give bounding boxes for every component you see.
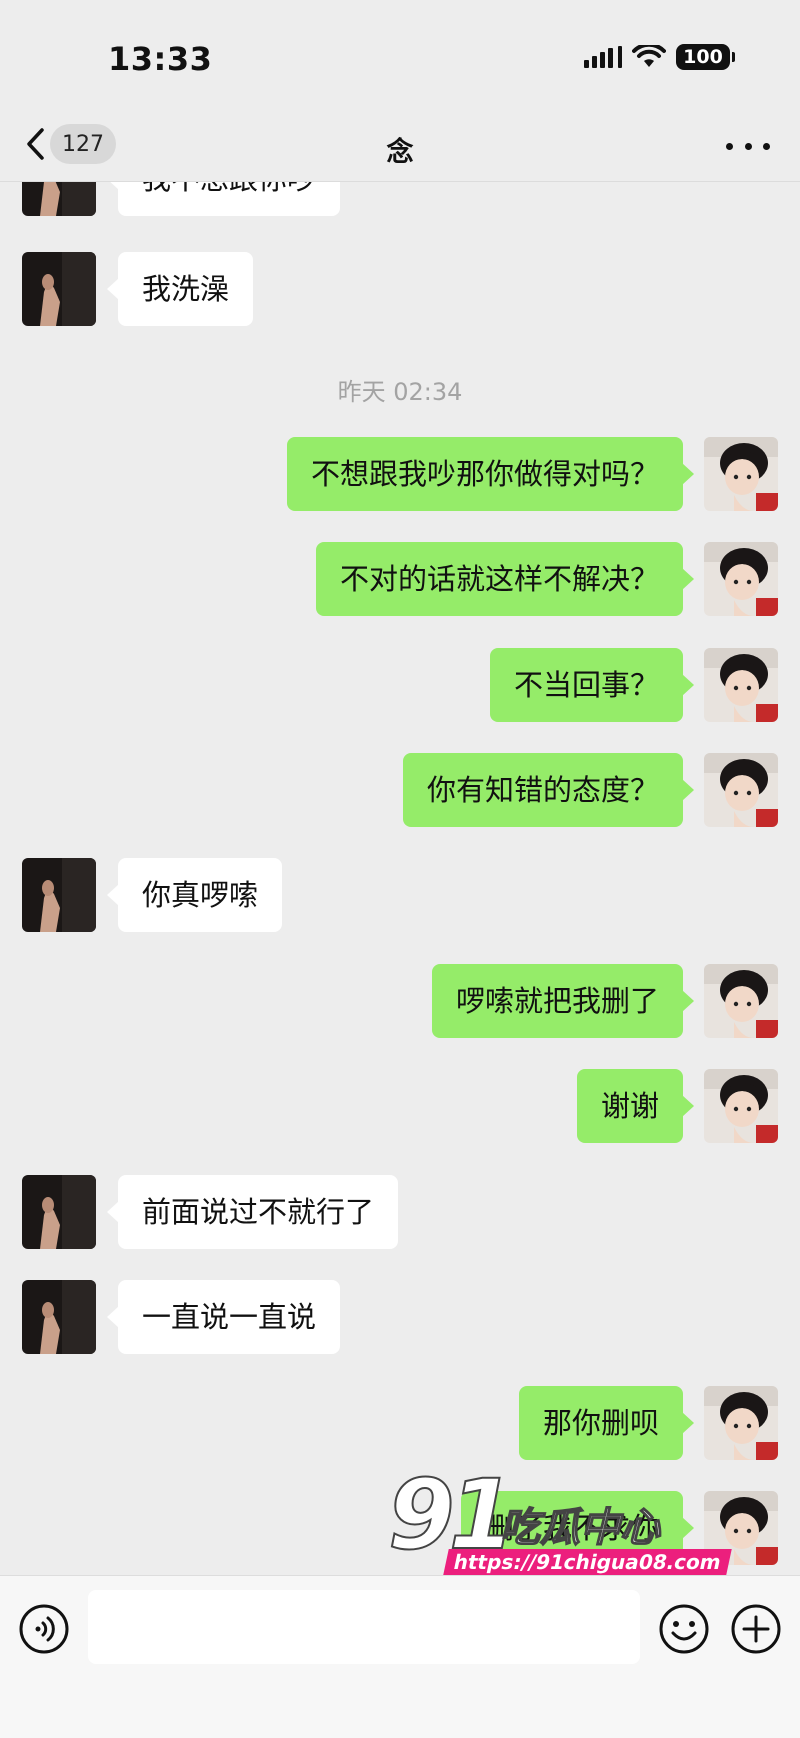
message-row: 一直说一直说 (0, 1280, 800, 1354)
status-bar: 13:33 100 (0, 0, 800, 110)
sent-message-bubble[interactable]: 那你删呗 (518, 1386, 695, 1460)
sent-message-bubble[interactable]: 你有知错的态度？ (402, 753, 695, 827)
user-avatar[interactable] (704, 753, 778, 827)
emoji-icon (659, 1604, 709, 1654)
message-row: 我不想跟你吵 (0, 182, 800, 216)
message-row: 不对的话就这样不解决？ (0, 542, 800, 616)
user-avatar[interactable] (704, 648, 778, 722)
message-row: 我洗澡 (0, 252, 800, 326)
status-icons: 100 (584, 44, 735, 70)
chat-title: 念 (386, 137, 414, 168)
contact-avatar[interactable] (22, 858, 96, 932)
user-avatar[interactable] (704, 1069, 778, 1143)
battery-icon: 100 (676, 44, 735, 70)
user-avatar[interactable] (704, 437, 778, 511)
message-row: 你有知错的态度？ (0, 753, 800, 827)
message-list[interactable]: 我不想跟你吵 我洗澡 昨天 02:34 不想跟我吵那你做得对吗？ 不对的话就这样… (0, 182, 800, 1575)
contact-avatar[interactable] (22, 182, 96, 216)
sent-message-bubble[interactable]: 谢谢 (576, 1069, 695, 1143)
wifi-icon (632, 45, 666, 67)
message-row: 不当回事？ (0, 648, 800, 722)
more-options-button[interactable] (726, 128, 770, 164)
received-message-bubble[interactable]: 前面说过不就行了 (106, 1175, 399, 1249)
voice-input-button[interactable] (18, 1603, 70, 1655)
message-row: 前面说过不就行了 (0, 1175, 800, 1249)
message-row: 谢谢 (0, 1069, 800, 1143)
sent-message-bubble[interactable]: 不想跟我吵那你做得对吗？ (286, 437, 695, 511)
message-timestamp: 昨天 02:34 (337, 378, 463, 406)
contact-avatar[interactable] (22, 252, 96, 326)
user-avatar[interactable] (704, 1386, 778, 1460)
message-composer (0, 1575, 800, 1738)
watermark-name: 吃瓜中心 (499, 1504, 661, 1552)
sent-message-bubble[interactable]: 不当回事？ (489, 648, 695, 722)
more-actions-button[interactable] (730, 1603, 782, 1655)
message-row: 不想跟我吵那你做得对吗？ (0, 437, 800, 511)
site-watermark: 91 吃瓜中心 https://91chigua08.com (387, 1464, 732, 1577)
watermark-url: https://91chigua08.com (443, 1549, 732, 1575)
dot-icon (726, 142, 733, 150)
message-input[interactable] (88, 1590, 640, 1664)
message-row: 你真啰嗦 (0, 858, 800, 932)
received-message-bubble[interactable]: 我不想跟你吵 (106, 182, 341, 216)
user-avatar[interactable] (704, 542, 778, 616)
contact-avatar[interactable] (22, 1280, 96, 1354)
received-message-bubble[interactable]: 你真啰嗦 (106, 858, 283, 932)
sent-message-bubble[interactable]: 不对的话就这样不解决？ (315, 542, 695, 616)
status-time: 13:33 (108, 40, 213, 78)
user-avatar[interactable] (704, 964, 778, 1038)
dot-icon (763, 142, 770, 150)
voice-icon (19, 1604, 69, 1654)
sent-message-bubble[interactable]: 啰嗦就把我删了 (431, 964, 695, 1038)
chat-header: 127 念 (0, 110, 800, 182)
received-message-bubble[interactable]: 我洗澡 (106, 252, 254, 326)
cellular-signal-icon (584, 46, 622, 68)
dot-icon (744, 142, 752, 150)
received-message-bubble[interactable]: 一直说一直说 (106, 1280, 341, 1354)
message-row: 啰嗦就把我删了 (0, 964, 800, 1038)
contact-avatar[interactable] (22, 1175, 96, 1249)
message-row: 那你删呗 (0, 1386, 800, 1460)
emoji-button[interactable] (658, 1603, 710, 1655)
plus-icon (731, 1604, 781, 1654)
